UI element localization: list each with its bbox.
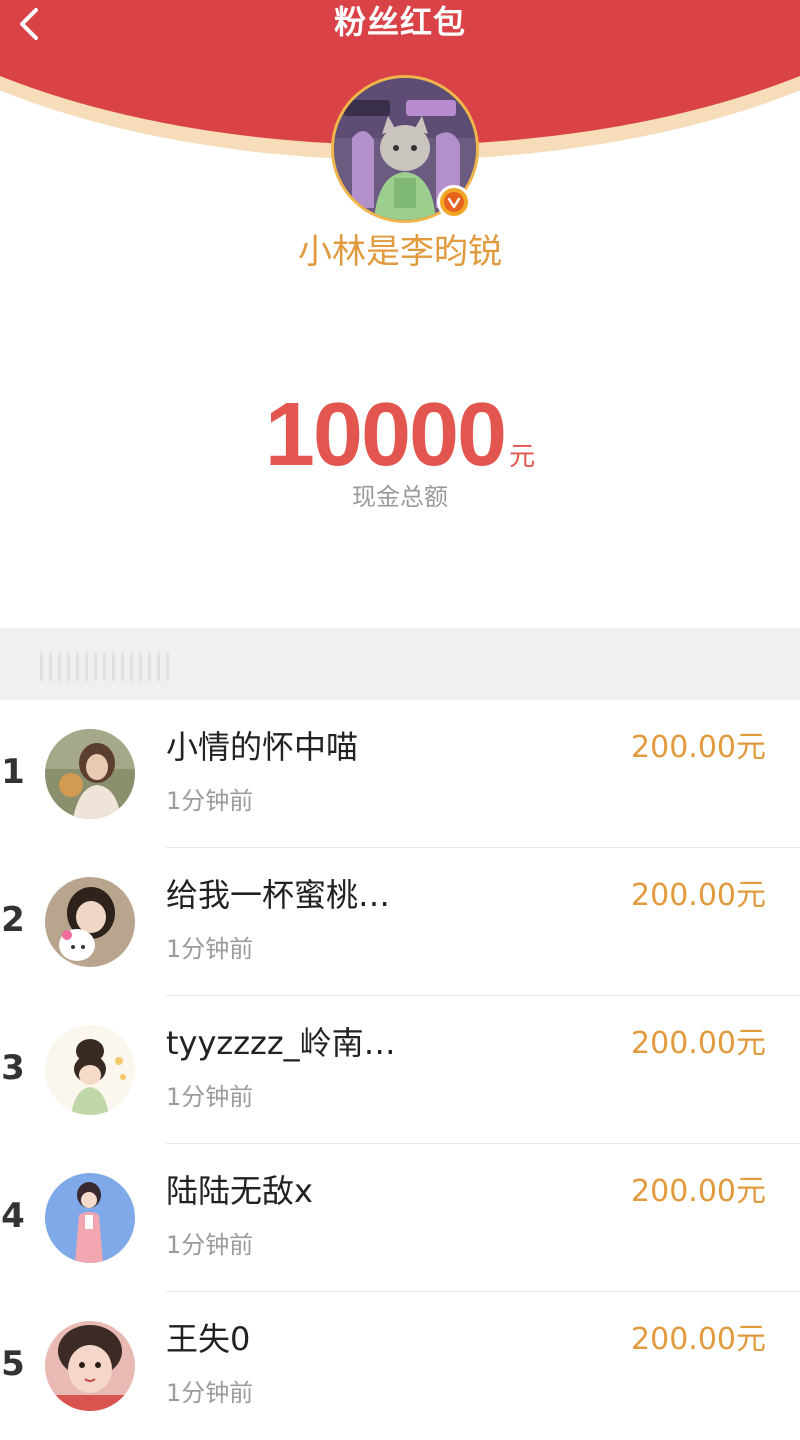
avatar-image: [45, 1321, 135, 1411]
recipient-list: 1 小情的怀中喵 1分钟前 200.00元 2 给我一杯蜜桃… 1分钟前 200…: [0, 700, 800, 1440]
total-amount-label: 现金总额: [352, 483, 448, 511]
received-time: 1分钟前: [166, 1379, 254, 1407]
avatar[interactable]: [45, 877, 135, 967]
page-title: 粉丝红包: [333, 3, 466, 41]
total-amount: 10000: [264, 385, 507, 485]
avatar-image: [45, 877, 135, 967]
rank-number: 3: [1, 1048, 25, 1088]
avatar[interactable]: [45, 1173, 135, 1263]
list-header-blurred-text: [40, 653, 175, 681]
received-time: 1分钟前: [166, 1083, 254, 1111]
received-time: 1分钟前: [166, 935, 254, 963]
rank-number: 4: [1, 1196, 25, 1236]
avatar-image: [45, 1173, 135, 1263]
avatar[interactable]: [45, 1025, 135, 1115]
recipient-name[interactable]: 王失0: [166, 1316, 250, 1362]
recipient-name[interactable]: 陆陆无敌x: [166, 1168, 313, 1214]
recipient-name[interactable]: tyyzzzz_岭南…: [166, 1020, 396, 1066]
list-item[interactable]: 3 tyyzzzz_岭南… 1分钟前 200.00元: [0, 996, 800, 1144]
received-time: 1分钟前: [166, 1231, 254, 1259]
avatar-image: [45, 729, 135, 819]
received-amount: 200.00元: [631, 878, 766, 913]
list-item[interactable]: 2 给我一杯蜜桃… 1分钟前 200.00元: [0, 848, 800, 996]
avatar-image: [45, 1025, 135, 1115]
total-amount-row: 10000 元: [0, 384, 800, 487]
received-amount: 200.00元: [631, 730, 766, 765]
avatar[interactable]: [45, 1321, 135, 1411]
rank-number: 5: [1, 1344, 25, 1384]
total-amount-unit: 元: [509, 442, 536, 472]
list-item[interactable]: 1 小情的怀中喵 1分钟前 200.00元: [0, 700, 800, 848]
rank-number: 1: [1, 752, 25, 792]
recipient-name[interactable]: 给我一杯蜜桃…: [166, 872, 390, 918]
recipient-name[interactable]: 小情的怀中喵: [166, 724, 358, 770]
received-amount: 200.00元: [631, 1322, 766, 1357]
avatar[interactable]: [45, 729, 135, 819]
list-item[interactable]: 5 王失0 1分钟前 200.00元: [0, 1292, 800, 1440]
received-amount: 200.00元: [631, 1174, 766, 1209]
verified-badge-icon: [437, 185, 471, 219]
list-item[interactable]: 4 陆陆无敌x 1分钟前 200.00元: [0, 1144, 800, 1292]
received-amount: 200.00元: [631, 1026, 766, 1061]
sender-name[interactable]: 小林是李昀锐: [0, 228, 800, 276]
received-time: 1分钟前: [166, 787, 254, 815]
rank-number: 2: [1, 900, 25, 940]
